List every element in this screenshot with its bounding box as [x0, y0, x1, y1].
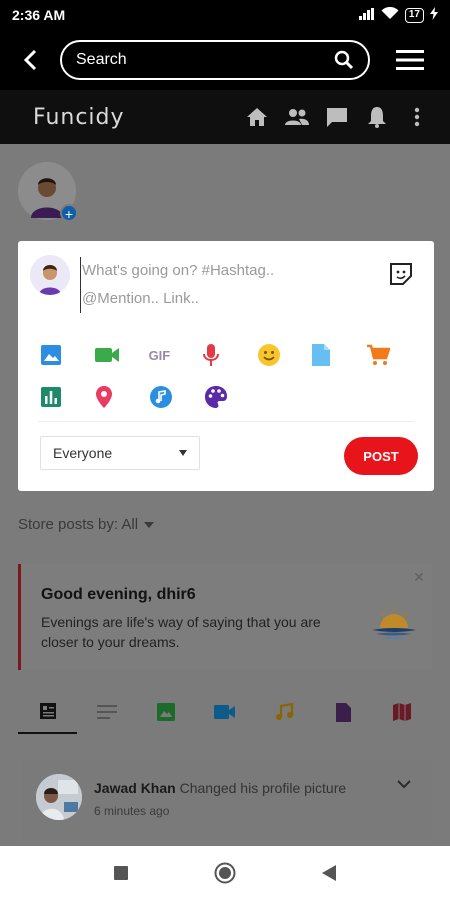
more-options-icon[interactable] [404, 104, 430, 130]
feed-filter-tabs [18, 690, 432, 734]
feed-post: Jawad Khan Changed his profile picture 6… [22, 760, 432, 846]
system-nav-bar [0, 846, 450, 900]
hamburger-menu-button[interactable] [370, 30, 450, 90]
status-time: 2:36 AM [12, 7, 66, 23]
photo-icon [156, 703, 175, 721]
square-icon [114, 866, 128, 880]
nav-icons [244, 104, 450, 130]
search-input[interactable]: Search [60, 40, 370, 80]
wifi-icon [381, 6, 399, 23]
post-author-name[interactable]: Jawad Khan [94, 780, 176, 796]
post-button[interactable]: POST [344, 437, 418, 475]
close-icon[interactable]: ✕ [412, 570, 426, 584]
greeting-title: Good evening, dhir6 [41, 586, 196, 603]
color-tool[interactable] [202, 383, 257, 411]
smiley-icon [258, 344, 281, 366]
signal-icon [358, 7, 375, 23]
product-tool[interactable] [364, 341, 418, 369]
video-tool[interactable] [92, 341, 146, 369]
brand-bar: Funcidy [0, 90, 450, 144]
sunset-icon [372, 607, 416, 639]
palette-icon [204, 386, 227, 408]
top-bar: Search [0, 30, 450, 90]
sticker-icon [390, 263, 412, 285]
tab-photos[interactable] [136, 690, 195, 734]
document-icon [312, 344, 331, 366]
video-camera-icon [95, 348, 120, 362]
file-icon [335, 702, 351, 722]
back-button[interactable] [0, 30, 60, 90]
composer-divider [38, 421, 414, 422]
home-button[interactable] [213, 861, 237, 885]
location-tool[interactable] [93, 383, 148, 411]
tab-music[interactable] [255, 690, 314, 734]
music-note-icon [150, 386, 172, 408]
circle-icon [214, 862, 236, 884]
notifications-icon[interactable] [364, 104, 390, 130]
hamburger-icon [396, 50, 424, 70]
home-icon[interactable] [244, 104, 270, 130]
post-headline: Jawad Khan Changed his profile picture [94, 780, 346, 796]
list-view-icon [39, 703, 56, 719]
tab-videos[interactable] [195, 690, 254, 734]
placeholder-line-2: @Mention.. Link.. [82, 290, 199, 307]
emoji-tool[interactable] [255, 341, 309, 369]
post-options-button[interactable] [394, 774, 414, 794]
video-icon [213, 705, 235, 719]
chevron-down-icon [397, 780, 411, 789]
voice-tool[interactable] [201, 341, 255, 369]
tab-all[interactable] [18, 690, 78, 734]
chevron-down-icon [144, 521, 155, 528]
text-lines-icon [96, 705, 117, 719]
status-icons: 17 [358, 6, 438, 23]
profile-avatar[interactable]: + [18, 162, 78, 222]
search-label: Search [76, 51, 127, 68]
back-system-button[interactable] [317, 861, 341, 885]
music-tool[interactable] [147, 383, 202, 411]
microphone-icon [202, 344, 219, 366]
composer-tools: GIF [38, 341, 418, 425]
charging-icon [430, 7, 438, 23]
post-text-input[interactable]: What's going on? #Hashtag.. @Mention.. L… [80, 257, 370, 313]
poll-tool[interactable] [38, 383, 93, 411]
brand-logo[interactable]: Funcidy [33, 105, 244, 130]
sticker-button[interactable] [388, 261, 414, 287]
post-action: Changed his profile picture [179, 780, 347, 796]
status-bar: 2:36 AM 17 [0, 0, 450, 30]
bar-chart-icon [41, 387, 61, 407]
search-icon[interactable] [334, 50, 354, 70]
tab-maps[interactable] [373, 690, 432, 734]
placeholder-line-1: What's going on? #Hashtag.. [82, 262, 275, 279]
greeting-card: ✕ Good evening, dhir6 Evenings are life'… [18, 564, 432, 670]
gif-tool[interactable]: GIF [147, 341, 201, 369]
back-arrow-icon [23, 49, 37, 71]
post-author-avatar[interactable] [36, 774, 82, 820]
dropdown-arrow-icon [179, 450, 187, 456]
sort-posts-dropdown[interactable]: Store posts by: All [18, 516, 155, 533]
greeting-body: Evenings are life's way of saying that y… [41, 614, 321, 650]
music-icon [276, 703, 294, 720]
location-pin-icon [95, 386, 112, 408]
file-tool[interactable] [309, 341, 363, 369]
map-icon [393, 703, 412, 721]
tab-files[interactable] [314, 690, 373, 734]
post-timestamp: 6 minutes ago [94, 804, 170, 818]
cart-icon [366, 344, 390, 365]
privacy-value: Everyone [53, 445, 113, 461]
battery-indicator: 17 [404, 7, 424, 23]
tab-text[interactable] [77, 690, 136, 734]
sort-label: Store posts by: All [18, 516, 139, 533]
composer-avatar [30, 255, 70, 295]
image-icon [41, 345, 61, 365]
post-composer: What's going on? #Hashtag.. @Mention.. L… [18, 241, 434, 491]
page-content: + What's going on? #Hashtag.. @Mention..… [0, 144, 450, 846]
friends-icon[interactable] [284, 104, 310, 130]
add-photo-badge[interactable]: + [60, 204, 78, 222]
messages-icon[interactable] [324, 104, 350, 130]
image-tool[interactable] [38, 341, 92, 369]
triangle-back-icon [322, 865, 336, 881]
recents-button[interactable] [109, 861, 133, 885]
privacy-select[interactable]: Everyone [40, 436, 200, 470]
